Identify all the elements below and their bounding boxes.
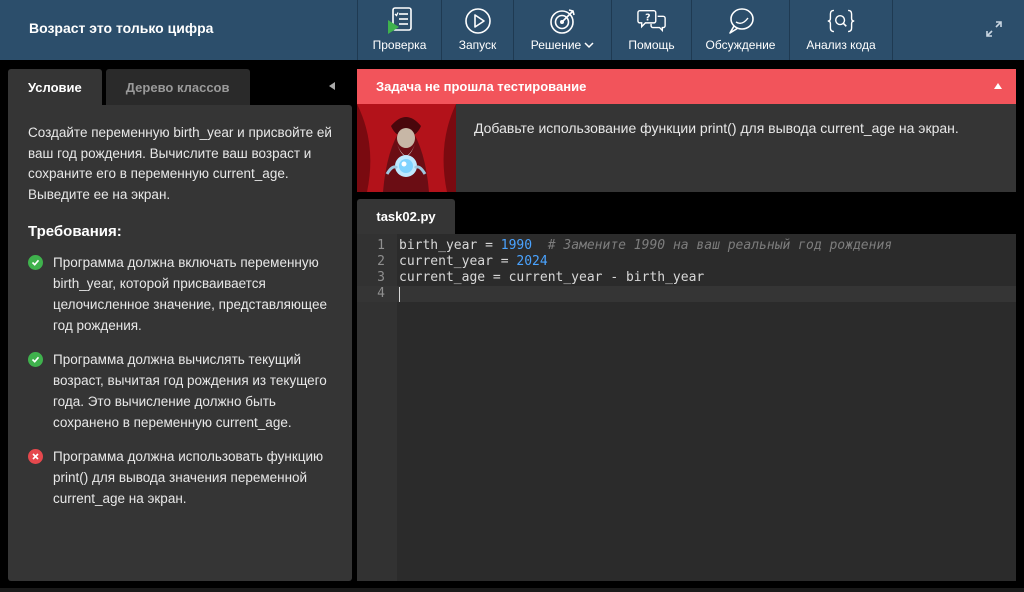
requirement-item: Программа должна вычислять текущий возра… — [28, 349, 338, 433]
expand-icon[interactable] — [984, 19, 1004, 39]
help-label: Помощь — [628, 38, 675, 52]
number-literal: 2024 — [516, 254, 548, 269]
solution-button[interactable]: Решение — [513, 0, 611, 60]
requirements-title: Требования: — [28, 223, 122, 240]
test-failed-banner[interactable]: Задача не прошла тестирование — [357, 69, 1016, 104]
hint-text: Добавьте использование функции print() д… — [474, 120, 959, 136]
current-code-line[interactable]: 4 — [357, 286, 1016, 302]
run-button[interactable]: Запуск — [441, 0, 513, 60]
tab-class-tree[interactable]: Дерево классов — [105, 69, 250, 105]
target-icon — [548, 6, 578, 36]
run-label: Запуск — [458, 38, 497, 52]
line-number: 3 — [377, 270, 385, 285]
requirement-text: Программа должна использовать функцию pr… — [53, 449, 324, 506]
bottom-strip — [0, 588, 1024, 592]
left-panel-tabs: Условие Дерево классов — [8, 69, 250, 105]
hint-box: Добавьте использование функции print() д… — [357, 104, 1016, 192]
requirement-item: Программа должна включать переменную bir… — [28, 252, 338, 336]
checklist-play-icon — [385, 6, 415, 36]
play-circle-icon — [463, 6, 493, 36]
collapse-left-panel-icon[interactable] — [329, 82, 335, 90]
code-comment: # Замените 1990 на ваш реальный год рожд… — [547, 238, 893, 253]
toolbar: Проверка Запуск Решение ? Помощь Обсужде… — [357, 0, 893, 60]
check-circle-icon — [28, 255, 43, 270]
line-number: 2 — [377, 254, 385, 269]
requirement-text: Программа должна включать переменную bir… — [53, 255, 328, 333]
app-title: Возраст это только цифра — [29, 20, 214, 36]
task-panel: Создайте переменную birth_year и присвой… — [8, 105, 352, 581]
wizard-avatar — [357, 104, 456, 192]
number-literal: 1990 — [500, 238, 533, 253]
code-editor[interactable]: 1 birth_year = 1990 # Замените 1990 на в… — [357, 234, 1016, 581]
error-circle-icon — [28, 449, 43, 464]
text-cursor — [399, 287, 400, 302]
code-line[interactable]: 1 birth_year = 1990 # Замените 1990 на в… — [357, 238, 1016, 254]
check-circle-icon — [28, 352, 43, 367]
discussion-button[interactable]: Обсуждение — [691, 0, 789, 60]
top-bar: Возраст это только цифра Проверка Запуск… — [0, 0, 1024, 60]
code-analysis-icon — [826, 6, 856, 36]
collapse-arrow-icon[interactable] — [994, 83, 1002, 89]
requirement-item: Программа должна использовать функцию pr… — [28, 446, 338, 509]
discussion-bubble-icon — [726, 6, 756, 36]
code-analysis-label: Анализ кода — [806, 38, 876, 52]
tab-condition[interactable]: Условие — [8, 69, 102, 105]
file-tab[interactable]: task02.py — [357, 199, 455, 234]
discussion-label: Обсуждение — [705, 38, 776, 52]
check-label: Проверка — [372, 38, 427, 52]
code-analysis-button[interactable]: Анализ кода — [789, 0, 893, 60]
help-chat-icon: ? — [636, 6, 667, 36]
code-text: birth_year = — [399, 238, 501, 253]
check-button[interactable]: Проверка — [357, 0, 441, 60]
svg-text:?: ? — [645, 13, 650, 24]
code-text: current_year = — [399, 254, 517, 269]
help-button[interactable]: ? Помощь — [611, 0, 691, 60]
code-line[interactable]: 3 current_age = current_year - birth_yea… — [357, 270, 1016, 286]
requirement-text: Программа должна вычислять текущий возра… — [53, 352, 327, 430]
requirements-list: Программа должна включать переменную bir… — [28, 252, 332, 509]
banner-title: Задача не прошла тестирование — [376, 79, 587, 94]
solution-label: Решение — [530, 38, 582, 52]
chevron-down-icon — [584, 38, 594, 52]
line-number: 1 — [377, 238, 385, 253]
code-text: current_age = current_year - birth_year — [399, 270, 705, 285]
task-description: Создайте переменную birth_year и присвой… — [28, 125, 332, 202]
line-number: 4 — [377, 286, 385, 301]
code-line[interactable]: 2 current_year = 2024 — [357, 254, 1016, 270]
